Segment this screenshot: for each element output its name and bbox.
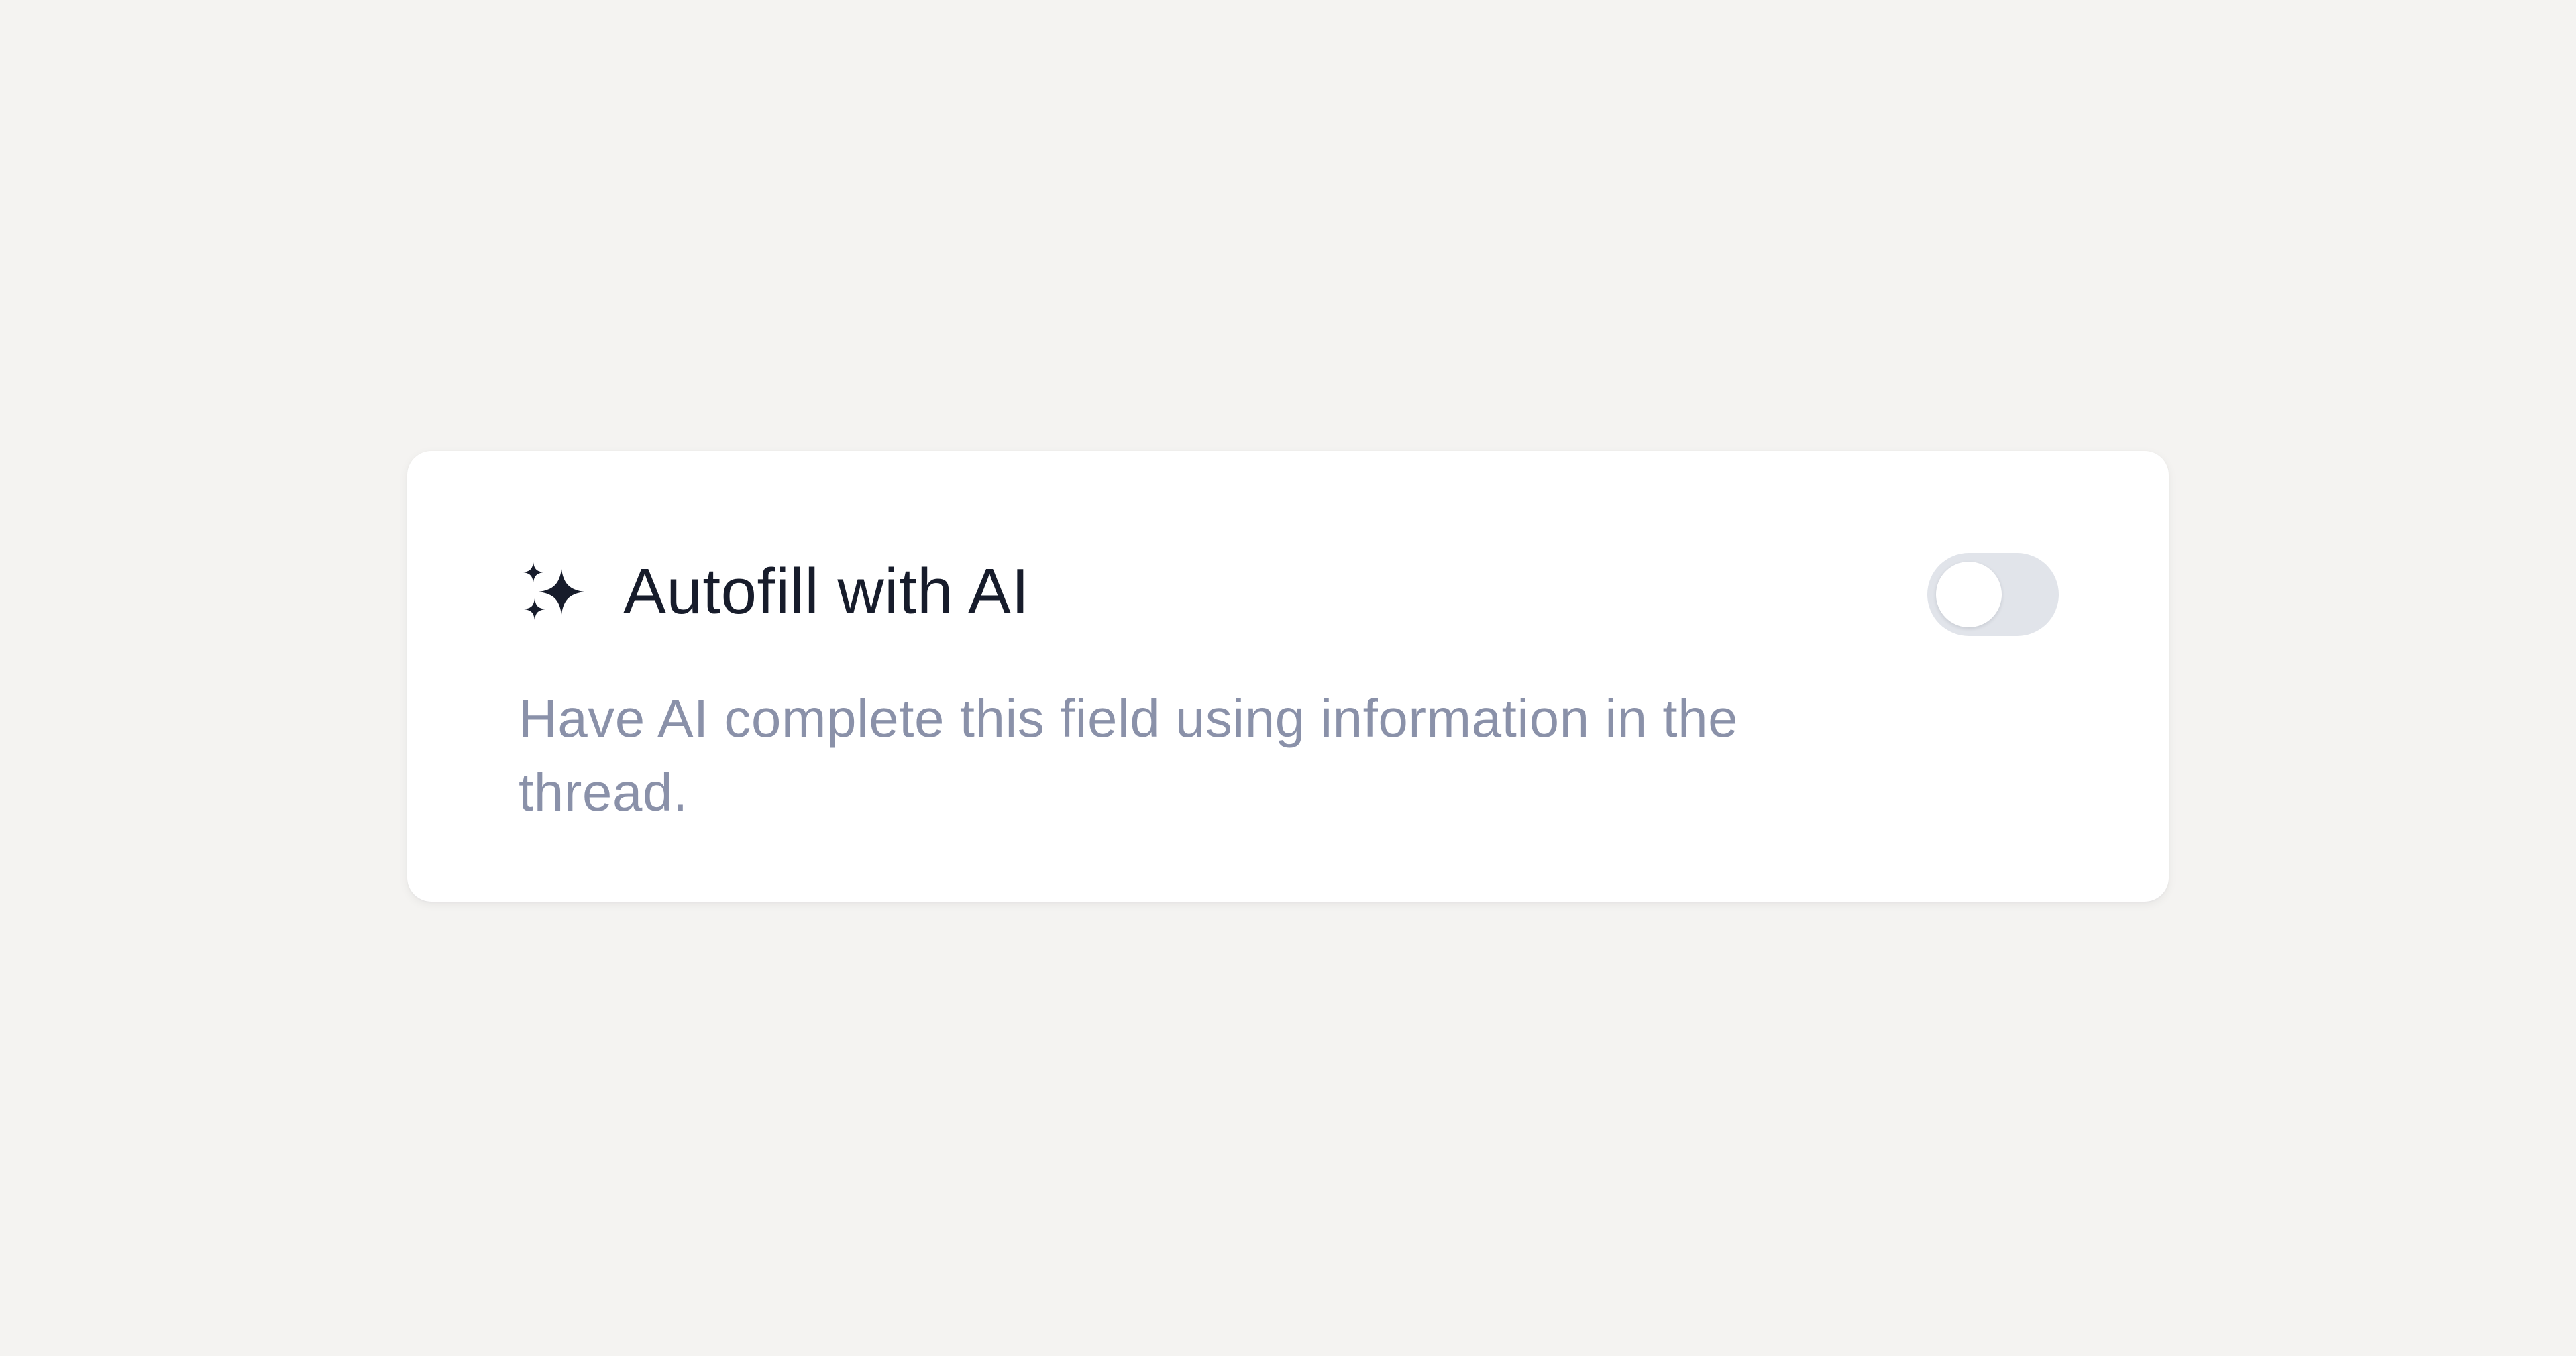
sparkles-icon xyxy=(519,557,588,627)
setting-title: Autofill with AI xyxy=(623,556,1030,627)
autofill-setting-card: Autofill with AI Have AI complete this f… xyxy=(407,451,2169,902)
setting-header: Autofill with AI xyxy=(519,552,1030,632)
setting-description: Have AI complete this field using inform… xyxy=(519,688,1739,822)
toggle-knob xyxy=(1936,562,2002,627)
autofill-toggle-switch[interactable] xyxy=(1927,553,2059,636)
